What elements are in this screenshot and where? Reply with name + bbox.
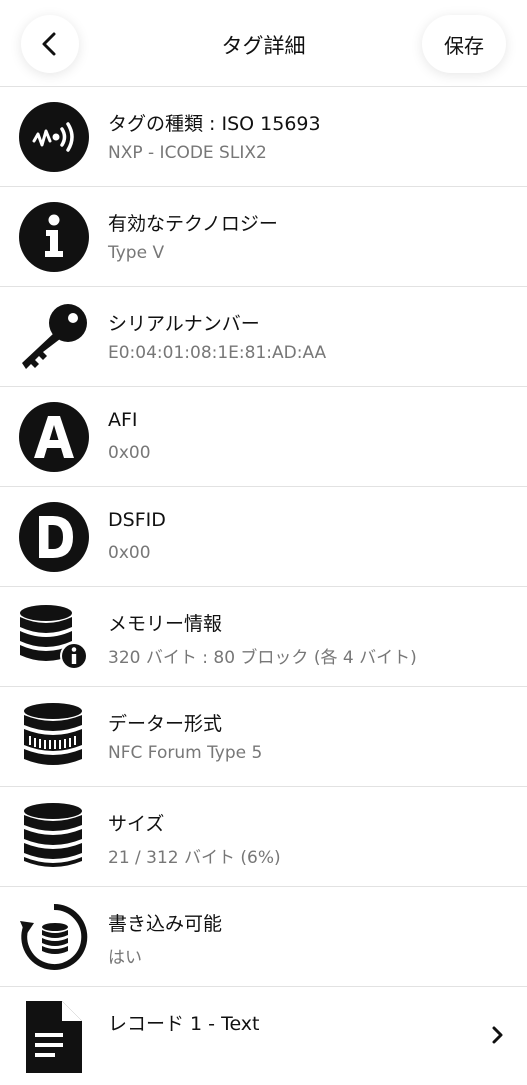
tag-type-value: NXP - ICODE SLIX2 xyxy=(108,143,267,163)
list-item-size: サイズ 21 / 312 バイト (6%) xyxy=(0,787,527,887)
database-format-icon xyxy=(18,701,90,773)
writable-label: 書き込み可能 xyxy=(108,913,223,935)
list-item-afi: AFI 0x00 xyxy=(0,387,527,487)
document-icon xyxy=(18,1001,90,1073)
data-format-value: NFC Forum Type 5 xyxy=(108,743,263,763)
list-item-technologies: 有効なテクノロジー Type V xyxy=(0,187,527,287)
afi-label: AFI xyxy=(108,409,138,431)
save-button[interactable]: 保存 xyxy=(422,15,506,73)
record-1-label: レコード 1 - Text xyxy=(108,1013,260,1035)
serial-number-value: E0:04:01:08:1E:81:AD:AA xyxy=(108,343,327,363)
list-item-tag-type: タグの種類 : ISO 15693 NXP - ICODE SLIX2 xyxy=(0,87,527,187)
technologies-label: 有効なテクノロジー xyxy=(108,213,278,235)
key-icon xyxy=(18,301,90,373)
size-label: サイズ xyxy=(108,813,165,835)
size-value: 21 / 312 バイト (6%) xyxy=(108,848,281,868)
technologies-value: Type V xyxy=(108,243,165,263)
list-item-dsfid: DSFID 0x00 xyxy=(0,487,527,587)
list-item-serial-number: シリアルナンバー E0:04:01:08:1E:81:AD:AA xyxy=(0,287,527,387)
database-info-icon xyxy=(18,601,90,673)
serial-number-label: シリアルナンバー xyxy=(108,313,260,335)
list-item-writable: 書き込み可能 はい xyxy=(0,887,527,987)
header-bar: タグ詳細 保存 xyxy=(0,0,527,87)
database-icon xyxy=(18,801,90,873)
nfc-signal-icon xyxy=(18,101,90,173)
chevron-right-icon xyxy=(492,1026,503,1044)
list-item-record-1[interactable]: レコード 1 - Text xyxy=(0,987,527,1085)
memory-info-label: メモリー情報 xyxy=(108,613,223,635)
dsfid-label: DSFID xyxy=(108,509,166,531)
memory-info-value: 320 バイト : 80 ブロック (各 4 バイト) xyxy=(108,648,417,668)
tag-detail-list: タグの種類 : ISO 15693 NXP - ICODE SLIX2 有効なテ… xyxy=(0,87,527,1085)
letter-a-icon xyxy=(18,401,90,473)
list-item-data-format: データー形式 NFC Forum Type 5 xyxy=(0,687,527,787)
database-refresh-icon xyxy=(18,901,90,973)
dsfid-value: 0x00 xyxy=(108,543,151,563)
info-icon xyxy=(18,201,90,273)
tag-type-label: タグの種類 : ISO 15693 xyxy=(108,113,321,135)
list-item-memory-info: メモリー情報 320 バイト : 80 ブロック (各 4 バイト) xyxy=(0,587,527,687)
writable-value: はい xyxy=(108,948,142,968)
afi-value: 0x00 xyxy=(108,443,151,463)
data-format-label: データー形式 xyxy=(108,713,223,735)
letter-d-icon xyxy=(18,501,90,573)
